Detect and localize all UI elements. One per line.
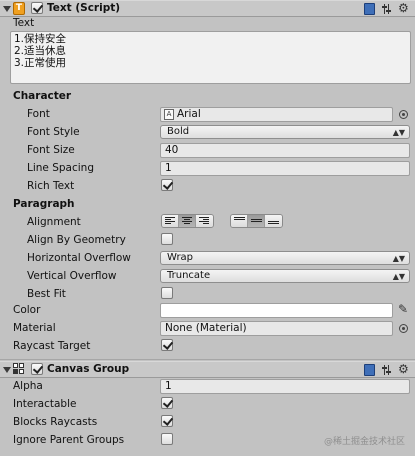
align-middle-icon: [251, 219, 262, 227]
align-bottom-icon: [268, 221, 279, 227]
font-value: Arial: [177, 108, 201, 120]
font-field[interactable]: A Arial: [160, 107, 393, 122]
horizontal-overflow-value: Wrap: [167, 252, 194, 263]
font-style-value: Bold: [167, 126, 190, 137]
text-component-enabled-checkbox[interactable]: [31, 2, 43, 14]
material-field[interactable]: None (Material): [160, 321, 393, 336]
watermark: @稀土掘金技术社区: [323, 437, 405, 447]
text-line: 3.正常使用: [14, 57, 67, 69]
text-script-icon: T: [13, 2, 25, 15]
ignore-parent-groups-label: Ignore Parent Groups: [13, 434, 125, 446]
align-right-icon: [199, 217, 210, 225]
align-top-button[interactable]: [231, 215, 248, 227]
align-by-geometry-checkbox[interactable]: [161, 233, 173, 245]
object-picker-icon[interactable]: [399, 324, 408, 333]
character-section-header: Character: [13, 90, 72, 102]
alpha-label: Alpha: [13, 380, 43, 392]
best-fit-label: Best Fit: [27, 288, 66, 300]
text-component-title: Text (Script): [47, 2, 121, 14]
line-spacing-field[interactable]: 1: [160, 161, 410, 176]
canvas-group-header: Canvas Group ⚙: [0, 361, 415, 378]
raycast-target-checkbox[interactable]: [161, 339, 173, 351]
dropdown-arrow-icon: ▲▼: [392, 272, 405, 281]
text-label: Text: [13, 17, 35, 29]
object-picker-icon[interactable]: [399, 110, 408, 119]
help-book-icon[interactable]: [364, 364, 375, 376]
font-asset-icon: A: [164, 109, 174, 120]
interactable-label: Interactable: [13, 398, 77, 410]
text-component-header: T Text (Script) ⚙: [0, 0, 415, 17]
ignore-parent-groups-checkbox[interactable]: [161, 433, 173, 445]
vertical-overflow-label: Vertical Overflow: [27, 270, 117, 282]
align-bottom-button[interactable]: [265, 215, 282, 227]
paragraph-section-header: Paragraph: [13, 198, 75, 210]
component-separator: [0, 359, 415, 360]
preset-sliders-icon[interactable]: [382, 3, 393, 15]
canvas-group-title: Canvas Group: [47, 363, 130, 375]
alpha-field[interactable]: 1: [160, 379, 410, 394]
font-style-label: Font Style: [27, 126, 80, 138]
color-label: Color: [13, 304, 41, 316]
align-by-geometry-label: Align By Geometry: [27, 234, 126, 246]
align-top-icon: [234, 217, 245, 225]
canvas-group-enabled-checkbox[interactable]: [31, 363, 43, 375]
rich-text-checkbox[interactable]: [161, 179, 173, 191]
settings-gear-icon[interactable]: ⚙: [398, 362, 409, 376]
text-line: 1.保持安全: [14, 33, 67, 45]
interactable-checkbox[interactable]: [161, 397, 173, 409]
horizontal-alignment-group: [161, 214, 214, 228]
align-middle-button[interactable]: [248, 215, 265, 227]
line-spacing-label: Line Spacing: [27, 162, 94, 174]
vertical-overflow-value: Truncate: [167, 270, 211, 281]
material-label: Material: [13, 322, 56, 334]
align-center-icon: [182, 217, 193, 225]
best-fit-checkbox[interactable]: [161, 287, 173, 299]
canvas-group-icon: [13, 363, 25, 375]
rich-text-label: Rich Text: [27, 180, 75, 192]
blocks-raycasts-label: Blocks Raycasts: [13, 416, 98, 428]
align-left-button[interactable]: [162, 215, 179, 227]
text-content-area[interactable]: 1.保持安全 2.适当休息 3.正常使用: [10, 31, 411, 84]
eyedropper-icon[interactable]: ✎: [398, 302, 408, 316]
horizontal-overflow-label: Horizontal Overflow: [27, 252, 131, 264]
preset-sliders-icon[interactable]: [382, 364, 393, 376]
font-style-dropdown[interactable]: Bold ▲▼: [160, 125, 410, 139]
color-swatch-field[interactable]: [160, 303, 393, 318]
dropdown-arrow-icon: ▲▼: [392, 128, 405, 137]
horizontal-overflow-dropdown[interactable]: Wrap ▲▼: [160, 251, 410, 265]
vertical-overflow-dropdown[interactable]: Truncate ▲▼: [160, 269, 410, 283]
blocks-raycasts-checkbox[interactable]: [161, 415, 173, 427]
vertical-alignment-group: [230, 214, 283, 228]
settings-gear-icon[interactable]: ⚙: [398, 1, 409, 15]
help-book-icon[interactable]: [364, 3, 375, 15]
align-right-button[interactable]: [196, 215, 213, 227]
raycast-target-label: Raycast Target: [13, 340, 91, 352]
font-size-label: Font Size: [27, 144, 75, 156]
align-left-icon: [165, 217, 176, 225]
foldout-arrow-icon[interactable]: [3, 6, 11, 12]
alignment-label: Alignment: [27, 216, 81, 228]
foldout-arrow-icon[interactable]: [3, 367, 11, 373]
align-center-button[interactable]: [179, 215, 196, 227]
font-size-field[interactable]: 40: [160, 143, 410, 158]
font-label: Font: [27, 108, 50, 120]
text-line: 2.适当休息: [14, 45, 67, 57]
dropdown-arrow-icon: ▲▼: [392, 254, 405, 263]
